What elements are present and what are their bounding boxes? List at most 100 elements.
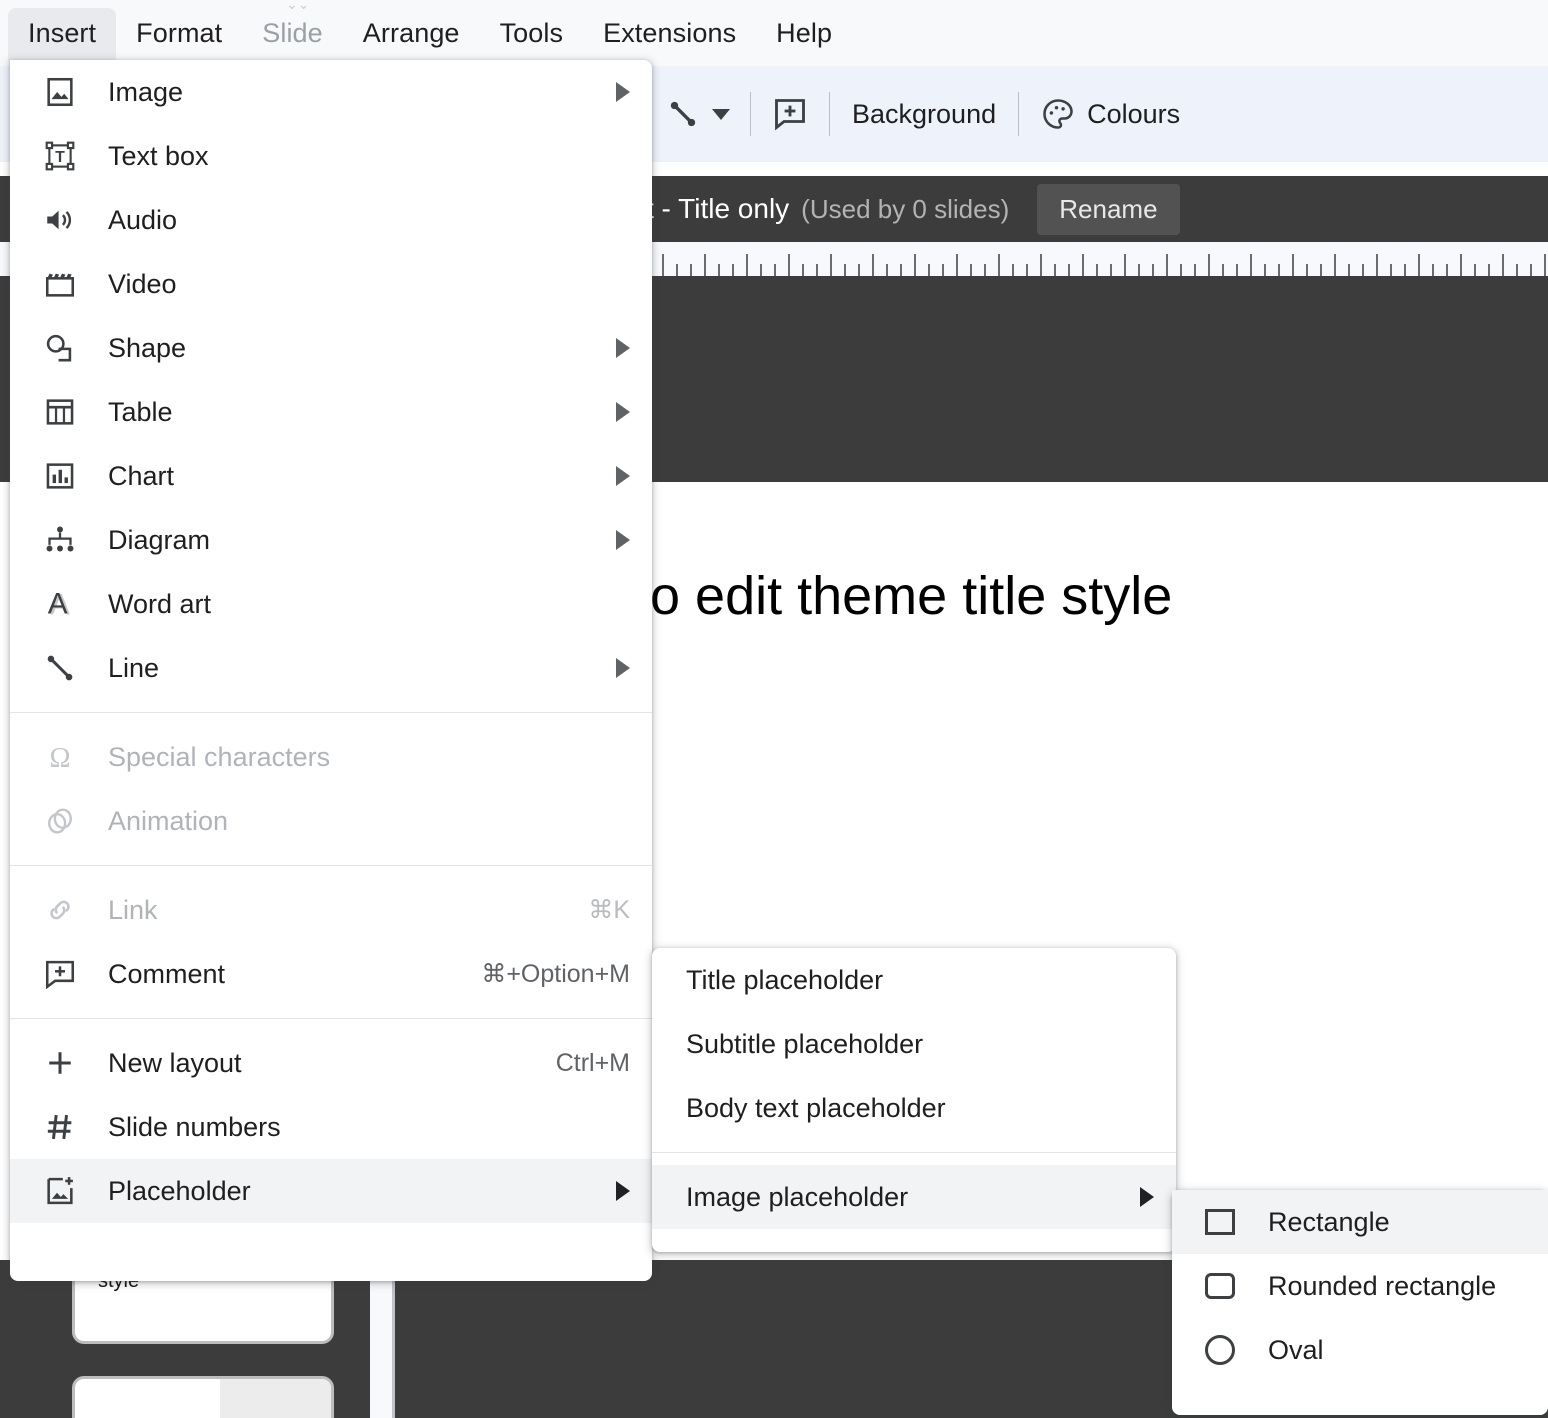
shape-item-rectangle[interactable]: Rectangle [1172,1190,1548,1254]
menubar: Insert Format Slide Arrange Tools Extensions H… [0,7,852,61]
ruler-tick [662,254,664,276]
ruler-tick [1362,264,1364,276]
ruler-tick [1530,264,1532,276]
thumbnail-scrollbar[interactable] [370,1260,394,1418]
menu-item-audio[interactable]: Audio [10,188,652,252]
rename-button[interactable]: Rename [1037,183,1180,235]
ruler-tick [1096,264,1098,276]
menu-item-line[interactable]: Line [10,636,652,700]
ruler-tick [998,254,1000,276]
menu-item-image[interactable]: Image [10,60,652,124]
menubar-item-slide[interactable]: Slide [242,8,343,61]
plus-icon [40,1043,80,1083]
submenu-arrow-icon [616,658,630,678]
shape-item-label: Rounded rectangle [1268,1270,1497,1301]
menubar-item-format[interactable]: Format [116,8,242,61]
ruler-tick [1054,264,1056,276]
menubar-item-extensions[interactable]: Extensions [583,8,756,61]
chevron-down-icon[interactable] [712,108,730,120]
submenu-item-title-placeholder[interactable]: Title placeholder [652,948,1176,1012]
ruler-tick [1446,264,1448,276]
ruler-tick [886,264,888,276]
image-icon [40,72,80,112]
menu-separator [10,712,652,713]
menubar-item-help[interactable]: Help [756,8,852,61]
slide-title-placeholder-text[interactable]: o edit theme title style [650,565,1172,627]
ruler-tick [1194,264,1196,276]
layout-thumbnail-2-panel [220,1379,331,1418]
placeholder-submenu[interactable]: Title placeholder Subtitle placeholder Bod… [652,948,1176,1252]
ruler-tick [1012,264,1014,276]
ruler-tick [928,264,930,276]
ruler-tick [1418,254,1420,276]
menu-item-placeholder[interactable]: Placeholder [10,1159,652,1223]
toolbar: Background Colours [660,66,1186,162]
comment-icon [40,954,80,994]
ruler-tick [1152,264,1154,276]
ruler-tick [1026,264,1028,276]
submenu-item-image-placeholder[interactable]: Image placeholder [652,1165,1176,1229]
background-button[interactable]: Background [846,99,1002,130]
menu-item-table[interactable]: Table [10,380,652,444]
chart-icon [40,456,80,496]
colours-button[interactable]: Colours [1035,91,1186,137]
ruler-tick [1124,254,1126,276]
shape-item-label: Oval [1268,1334,1324,1365]
menu-item-slide-numbers[interactable]: Slide numbers [10,1095,652,1159]
submenu-arrow-icon [616,402,630,422]
menu-item-new-layout[interactable]: New layout Ctrl+M [10,1031,652,1095]
menu-item-special-characters: Ω Special characters [10,725,652,789]
table-icon [40,392,80,432]
line-icon [660,91,706,137]
palette-icon [1035,91,1081,137]
svg-text:A: A [48,588,68,621]
add-comment-button[interactable] [767,91,813,137]
menu-item-comment[interactable]: Comment ⌘+Option+M [10,942,652,1006]
layout-thumbnail-2[interactable] [72,1376,334,1418]
menubar-item-insert[interactable]: Insert [8,7,117,61]
submenu-item-subtitle-placeholder[interactable]: Subtitle placeholder [652,1012,1176,1076]
submenu-item-label: Body text placeholder [686,1092,946,1123]
shape-item-oval[interactable]: Oval [1172,1318,1548,1382]
shape-item-rounded-rectangle[interactable]: Rounded rectangle [1172,1254,1548,1318]
ruler-tick [1138,264,1140,276]
rounded-rectangle-icon [1202,1268,1238,1304]
menu-item-word-art[interactable]: A A Word art [10,572,652,636]
menu-item-shape[interactable]: Shape [10,316,652,380]
ruler-tick [844,264,846,276]
menu-item-video[interactable]: Video [10,252,652,316]
submenu-item-body-text-placeholder[interactable]: Body text placeholder [652,1076,1176,1140]
submenu-arrow-icon [616,530,630,550]
menu-item-label: Diagram [108,524,211,555]
rectangle-icon [1202,1204,1238,1240]
thumbnail-panel-divider [392,1260,395,1418]
menu-item-label: Animation [108,805,229,836]
diagram-icon [40,520,80,560]
menubar-item-arrange[interactable]: Arrange [343,8,480,61]
svg-text:Ω: Ω [49,743,70,774]
colours-label: Colours [1087,98,1181,129]
svg-text:T: T [55,149,65,166]
ruler-tick [704,254,706,276]
menu-separator [10,865,652,866]
menu-item-diagram[interactable]: Diagram [10,508,652,572]
hash-icon [40,1107,80,1147]
ruler-tick [1166,254,1168,276]
submenu-separator [652,1152,1176,1153]
line-tool[interactable] [660,91,734,137]
menu-item-label: Image [108,76,184,107]
menu-item-animation: Animation [10,789,652,853]
ruler-tick [1250,254,1252,276]
menu-item-chart[interactable]: Chart [10,444,652,508]
image-placeholder-submenu[interactable]: Rectangle Rounded rectangle Oval [1172,1190,1548,1415]
ruler-tick [830,254,832,276]
textbox-icon: T [40,136,80,176]
audio-icon [40,200,80,240]
ruler-tick [1236,264,1238,276]
menubar-item-tools[interactable]: Tools [480,8,584,61]
ruler-tick [1292,254,1294,276]
insert-menu[interactable]: Image T Text box Audio Video Shape Table … [10,60,652,1281]
ruler-tick [788,254,790,276]
menu-item-label: Video [108,268,177,299]
menu-item-text-box[interactable]: T Text box [10,124,652,188]
